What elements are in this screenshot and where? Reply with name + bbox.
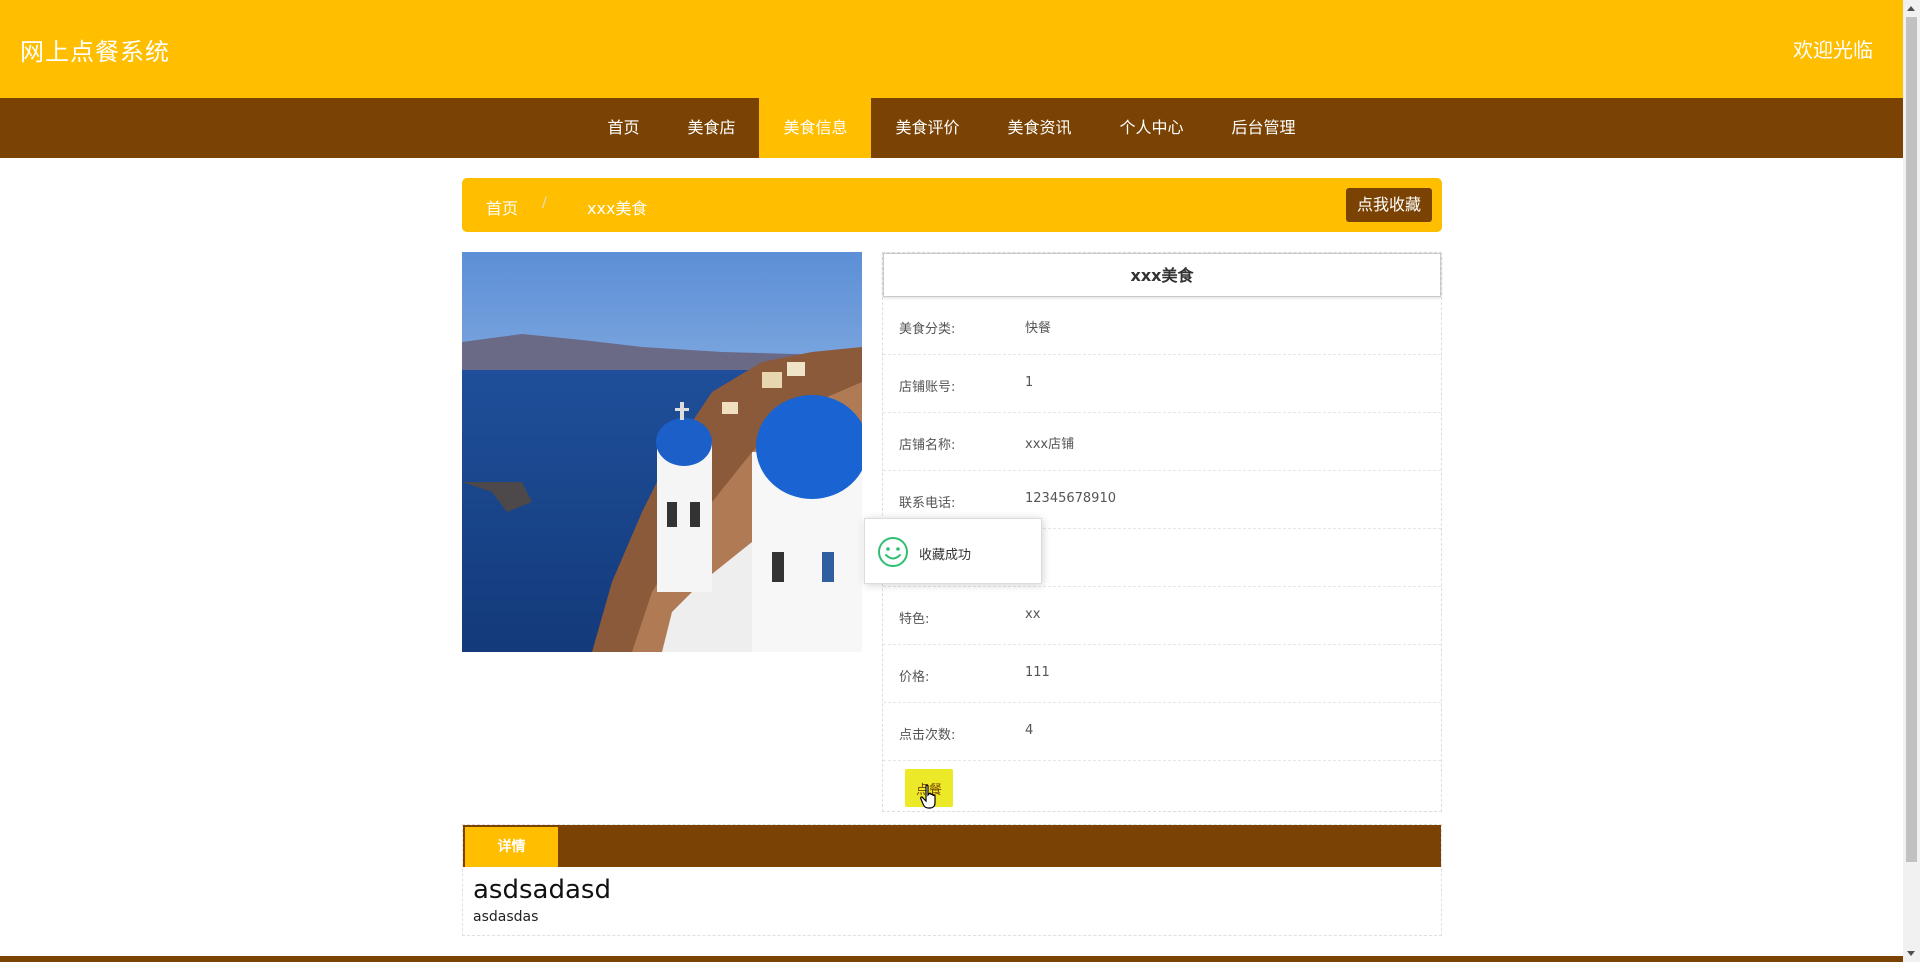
info-value: xx: [1025, 607, 1041, 622]
detail-heading: asdsadasd: [473, 875, 611, 905]
site-title[interactable]: 网上点餐系统: [20, 32, 170, 67]
food-image-illustration: [462, 252, 862, 652]
nav-item-food-reviews[interactable]: 美食评价: [871, 98, 983, 158]
info-row-feature: 特色: xx: [883, 587, 1441, 645]
nav-item-food-shops[interactable]: 美食店: [663, 98, 759, 158]
info-row-shop-name: 店铺名称: xxx店铺: [883, 413, 1441, 471]
info-row-category: 美食分类: 快餐: [883, 297, 1441, 355]
breadcrumb: 首页 / xxx美食 点我收藏: [462, 178, 1442, 232]
info-label: 特色:: [899, 612, 930, 627]
nav-item-food-info[interactable]: 美食信息: [759, 98, 872, 158]
footer-strip: [0, 956, 1903, 962]
info-row-shop-account: 店铺账号: 1: [883, 355, 1441, 413]
main-nav: 首页 美食店 美食信息 美食评价 美食资讯 个人中心 后台管理: [0, 98, 1903, 158]
info-value: 1: [1025, 375, 1034, 390]
food-title: xxx美食: [883, 253, 1441, 297]
hand-cursor-icon: [920, 784, 936, 809]
scroll-up-arrow-icon[interactable]: [1907, 6, 1915, 11]
scrollbar-thumb[interactable]: [1906, 17, 1917, 862]
nav-item-food-news[interactable]: 美食资讯: [984, 98, 1096, 158]
welcome-text: 欢迎光临: [1793, 38, 1873, 62]
smiley-icon: [878, 537, 908, 567]
nav-list: 首页 美食店 美食信息 美食评价 美食资讯 个人中心 后台管理: [0, 98, 1903, 158]
order-row: 点餐: [883, 761, 1441, 817]
info-row-price: 价格: 111: [883, 645, 1441, 703]
info-label: 点击次数:: [899, 728, 956, 743]
toast-notification: 收藏成功: [864, 518, 1042, 584]
nav-item-admin[interactable]: 后台管理: [1208, 98, 1320, 158]
detail-tab-bar: [463, 825, 1441, 867]
scroll-down-arrow-icon[interactable]: [1907, 951, 1915, 956]
info-label: 联系电话:: [899, 496, 956, 511]
detail-panel: 详情 asdsadasd asdasdas: [462, 824, 1442, 936]
page-scrollbar[interactable]: [1903, 0, 1920, 962]
info-row-click-count: 点击次数: 4: [883, 703, 1441, 761]
toast-message: 收藏成功: [919, 548, 972, 563]
food-image: [462, 252, 862, 652]
top-header: 网上点餐系统 欢迎光临: [0, 0, 1903, 98]
info-value: 快餐: [1025, 321, 1052, 336]
tab-detail[interactable]: 详情: [465, 827, 558, 867]
info-label: 价格:: [899, 670, 930, 685]
favorite-button[interactable]: 点我收藏: [1345, 188, 1432, 222]
info-value: 111: [1025, 665, 1050, 680]
detail-body: asdasdas: [473, 909, 539, 925]
info-value: 4: [1025, 723, 1034, 738]
breadcrumb-separator: /: [542, 195, 547, 211]
info-label: 店铺名称:: [899, 438, 956, 453]
info-label: 美食分类:: [899, 322, 956, 337]
nav-item-home[interactable]: 首页: [583, 98, 663, 158]
info-label: 店铺账号:: [899, 380, 956, 395]
info-value: 12345678910: [1025, 491, 1116, 506]
nav-item-personal-center[interactable]: 个人中心: [1096, 98, 1208, 158]
info-value: xxx店铺: [1025, 437, 1075, 452]
breadcrumb-home-link[interactable]: 首页: [486, 195, 518, 219]
breadcrumb-current: xxx美食: [587, 199, 648, 218]
